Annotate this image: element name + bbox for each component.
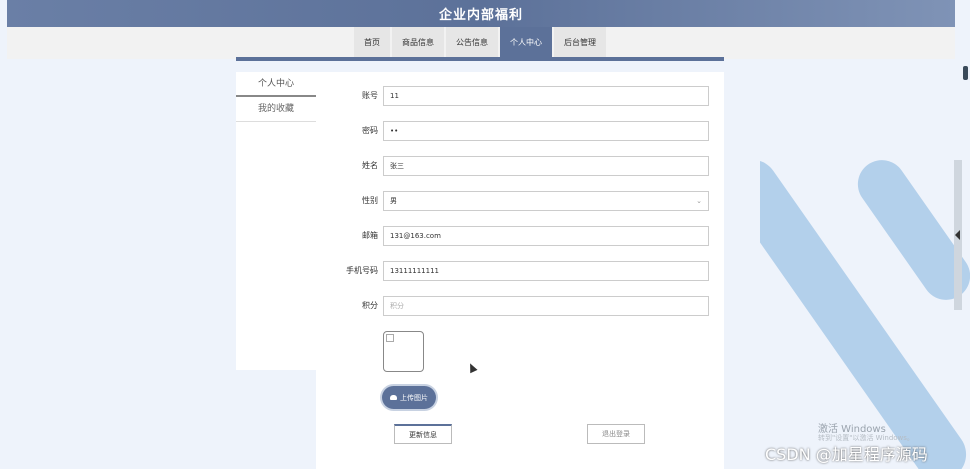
site-header: 企业内部福利: [7, 0, 955, 27]
gender-label: 性别: [362, 196, 378, 205]
points-label: 积分: [362, 301, 378, 310]
broken-image-icon: [386, 334, 394, 342]
upload-label: 上传图片: [400, 393, 428, 402]
password-label: 密码: [362, 126, 378, 135]
avatar-preview: [383, 331, 424, 372]
form-row-gender: 性别 男 ⌄: [316, 191, 724, 211]
gender-value: 男: [390, 197, 397, 205]
form-row-account: 账号 11: [316, 86, 724, 106]
update-info-button[interactable]: 更新信息: [394, 424, 452, 444]
nav-item-products[interactable]: 商品信息: [392, 27, 444, 59]
logout-button[interactable]: 退出登录: [587, 424, 645, 444]
form-row-password: 密码 ••: [316, 121, 724, 141]
chevron-down-icon: ⌄: [696, 197, 702, 205]
profile-form: 账号 11 密码 •• 姓名 张三 性别 男 ⌄ 邮箱 131@163.com …: [316, 72, 724, 469]
csdn-watermark: CSDN @加星程序源码: [765, 445, 928, 464]
name-label: 姓名: [362, 161, 378, 170]
cloud-upload-icon: [390, 395, 397, 400]
decoration-stripe: [848, 150, 970, 310]
main-nav: 首页 商品信息 公告信息 个人中心 后台管理: [7, 27, 955, 59]
name-input[interactable]: 张三: [383, 156, 709, 176]
email-input[interactable]: 131@163.com: [383, 226, 709, 246]
account-input[interactable]: 11: [383, 86, 709, 106]
nav-item-announcements[interactable]: 公告信息: [446, 27, 498, 59]
nav-item-admin[interactable]: 后台管理: [554, 27, 606, 59]
site-title: 企业内部福利: [438, 8, 523, 23]
phone-label: 手机号码: [346, 266, 378, 275]
nav-item-profile[interactable]: 个人中心: [500, 27, 552, 59]
form-row-name: 姓名 张三: [316, 156, 724, 176]
scroll-arrow-icon[interactable]: [955, 230, 960, 240]
password-input[interactable]: ••: [383, 121, 709, 141]
gender-select[interactable]: 男 ⌄: [383, 191, 709, 211]
profile-sidebar: 个人中心 我的收藏: [236, 72, 316, 370]
nav-item-home[interactable]: 首页: [354, 27, 390, 59]
nav-items: 首页 商品信息 公告信息 个人中心 后台管理: [354, 27, 608, 59]
form-row-points: 积分 积分: [316, 296, 724, 316]
content-top-border: [236, 57, 724, 61]
upload-image-button[interactable]: 上传图片: [382, 386, 436, 409]
points-input[interactable]: 积分: [383, 296, 709, 316]
account-label: 账号: [362, 91, 378, 100]
form-row-phone: 手机号码 13111111111: [316, 261, 724, 281]
form-row-email: 邮箱 131@163.com: [316, 226, 724, 246]
sidebar-item-favorites[interactable]: 我的收藏: [236, 97, 316, 122]
phone-input[interactable]: 13111111111: [383, 261, 709, 281]
sidebar-item-profile[interactable]: 个人中心: [236, 72, 316, 97]
email-label: 邮箱: [362, 231, 378, 240]
scrollbar-thumb[interactable]: [963, 66, 968, 80]
